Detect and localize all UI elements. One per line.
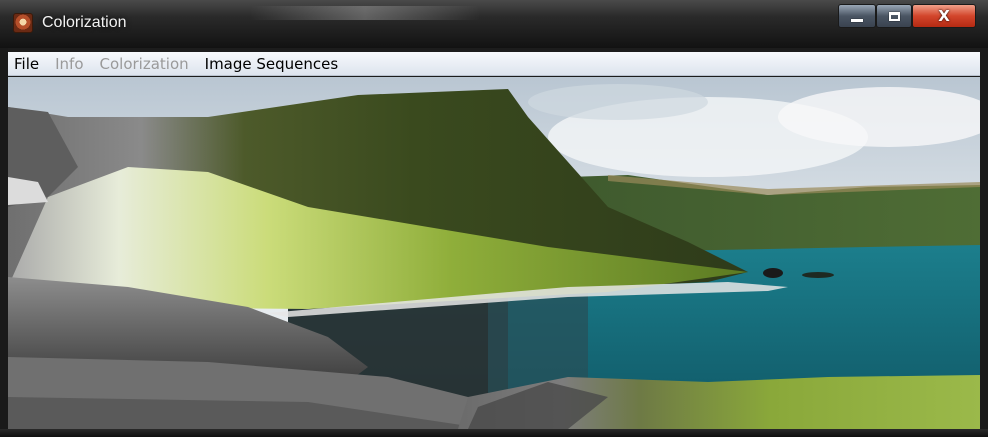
minimize-icon: [851, 18, 863, 22]
window-title: Colorization: [42, 14, 127, 31]
menu-image-sequences[interactable]: Image Sequences: [199, 55, 345, 73]
menu-file[interactable]: File: [8, 55, 45, 73]
title-bar-reflection: [250, 6, 480, 20]
close-button[interactable]: X: [912, 4, 976, 28]
menu-bar: File Info Colorization Image Sequences: [8, 52, 980, 76]
menu-info[interactable]: Info: [49, 55, 89, 73]
close-icon: X: [938, 6, 950, 25]
maximize-button[interactable]: [876, 4, 912, 28]
colorized-landscape-image: [8, 77, 980, 429]
window-frame-left: [0, 48, 8, 429]
app-window: Colorization X File Info Colorization Im…: [0, 0, 988, 437]
maximize-icon: [888, 11, 900, 21]
image-canvas[interactable]: [8, 77, 980, 429]
minimize-button[interactable]: [838, 4, 876, 28]
menu-colorization[interactable]: Colorization: [94, 55, 195, 73]
app-icon[interactable]: [13, 13, 33, 33]
title-bar[interactable]: Colorization X: [0, 0, 988, 48]
window-frame-right: [980, 48, 988, 429]
window-frame-bottom: [0, 429, 988, 437]
